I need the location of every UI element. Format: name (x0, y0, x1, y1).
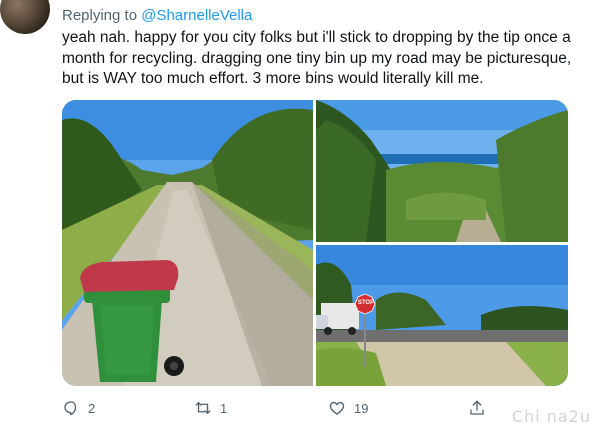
replying-to-line: Replying to @SharnelleVella (62, 7, 252, 24)
tweet-text: yeah nah. happy for you city folks but i… (62, 29, 572, 87)
share-button[interactable] (468, 396, 494, 420)
like-count: 19 (354, 400, 369, 416)
retweet-button[interactable]: 1 (194, 396, 227, 420)
retweet-count: 1 (220, 400, 228, 416)
avatar[interactable] (0, 0, 50, 34)
retweet-icon (195, 402, 211, 414)
watermark: Chi na2u (511, 407, 591, 426)
tweet-actions: 2 1 19 (62, 396, 542, 420)
media-grid: STOP (62, 100, 568, 386)
photo-road-bin[interactable] (62, 100, 313, 386)
share-icon (470, 400, 484, 415)
reply-handle-link[interactable]: @SharnelleVella (141, 7, 252, 24)
replying-to-label: Replying to (62, 7, 138, 24)
like-icon (329, 401, 345, 415)
like-button[interactable]: 19 (328, 396, 368, 420)
reply-count: 2 (88, 400, 96, 416)
reply-button[interactable]: 2 (62, 396, 95, 420)
stop-sign-label: STOP (357, 300, 375, 306)
photo-coastal-scrub[interactable] (316, 100, 568, 242)
reply-icon (64, 401, 77, 416)
photo-stop-sign-junction[interactable]: STOP (316, 245, 568, 386)
